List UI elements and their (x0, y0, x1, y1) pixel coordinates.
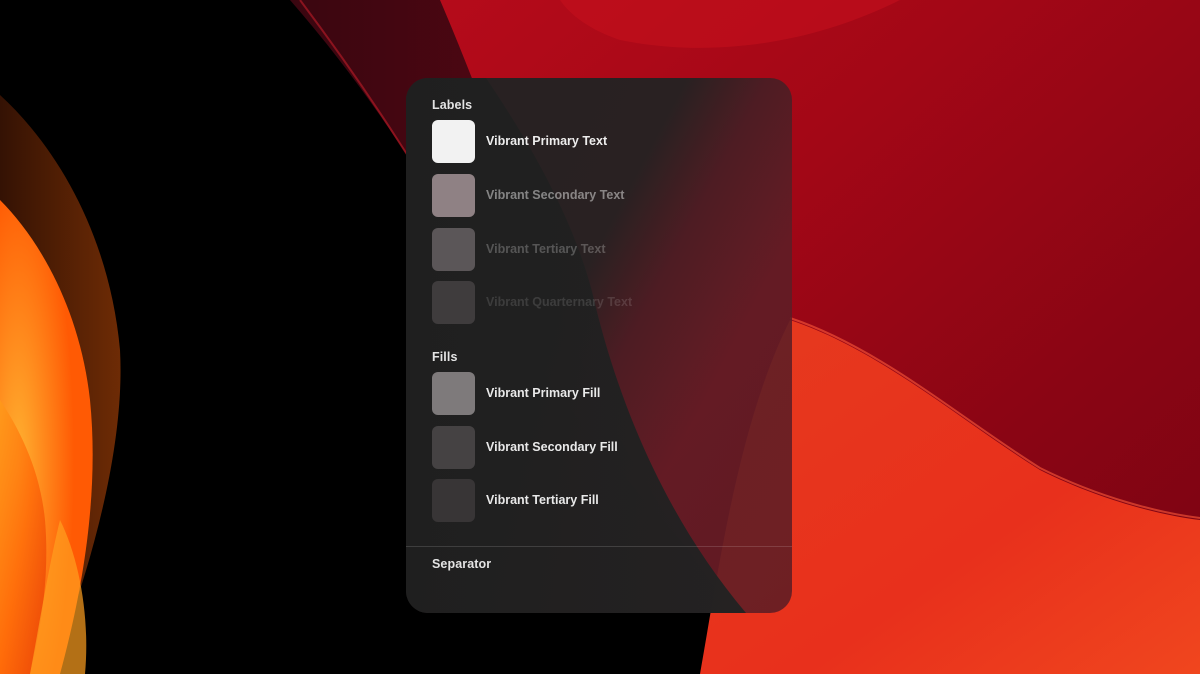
list-item-label: Vibrant Primary Fill (486, 386, 601, 400)
list-item-vibrant-quarternary-text: Vibrant Quarternary Text (432, 280, 772, 324)
list-item-vibrant-primary-text: Vibrant Primary Text (432, 119, 772, 163)
color-swatch (432, 425, 475, 469)
list-item-label: Vibrant Tertiary Text (486, 242, 606, 256)
vibrancy-panel: Labels Vibrant Primary Text Vibrant Seco… (406, 78, 792, 613)
color-swatch (432, 280, 475, 324)
separator-line (406, 546, 792, 547)
list-item-vibrant-primary-fill: Vibrant Primary Fill (432, 371, 772, 415)
color-swatch (432, 227, 475, 271)
separator-section-title: Separator (432, 557, 492, 571)
fills-section-title: Fills (432, 350, 458, 364)
labels-section-title: Labels (432, 98, 473, 112)
list-item-vibrant-secondary-fill: Vibrant Secondary Fill (432, 425, 772, 469)
color-swatch (432, 173, 475, 217)
list-item-label: Vibrant Tertiary Fill (486, 493, 599, 507)
desktop: Labels Vibrant Primary Text Vibrant Seco… (0, 0, 1200, 674)
color-swatch (432, 371, 475, 415)
list-item-label: Vibrant Quarternary Text (486, 295, 633, 309)
list-item-vibrant-secondary-text: Vibrant Secondary Text (432, 173, 772, 217)
list-item-label: Vibrant Primary Text (486, 134, 608, 148)
list-item-label: Vibrant Secondary Fill (486, 440, 618, 454)
list-item-vibrant-tertiary-fill: Vibrant Tertiary Fill (432, 478, 772, 522)
list-item-vibrant-tertiary-text: Vibrant Tertiary Text (432, 227, 772, 271)
list-item-label: Vibrant Secondary Text (486, 188, 625, 202)
color-swatch (432, 119, 475, 163)
color-swatch (432, 478, 475, 522)
